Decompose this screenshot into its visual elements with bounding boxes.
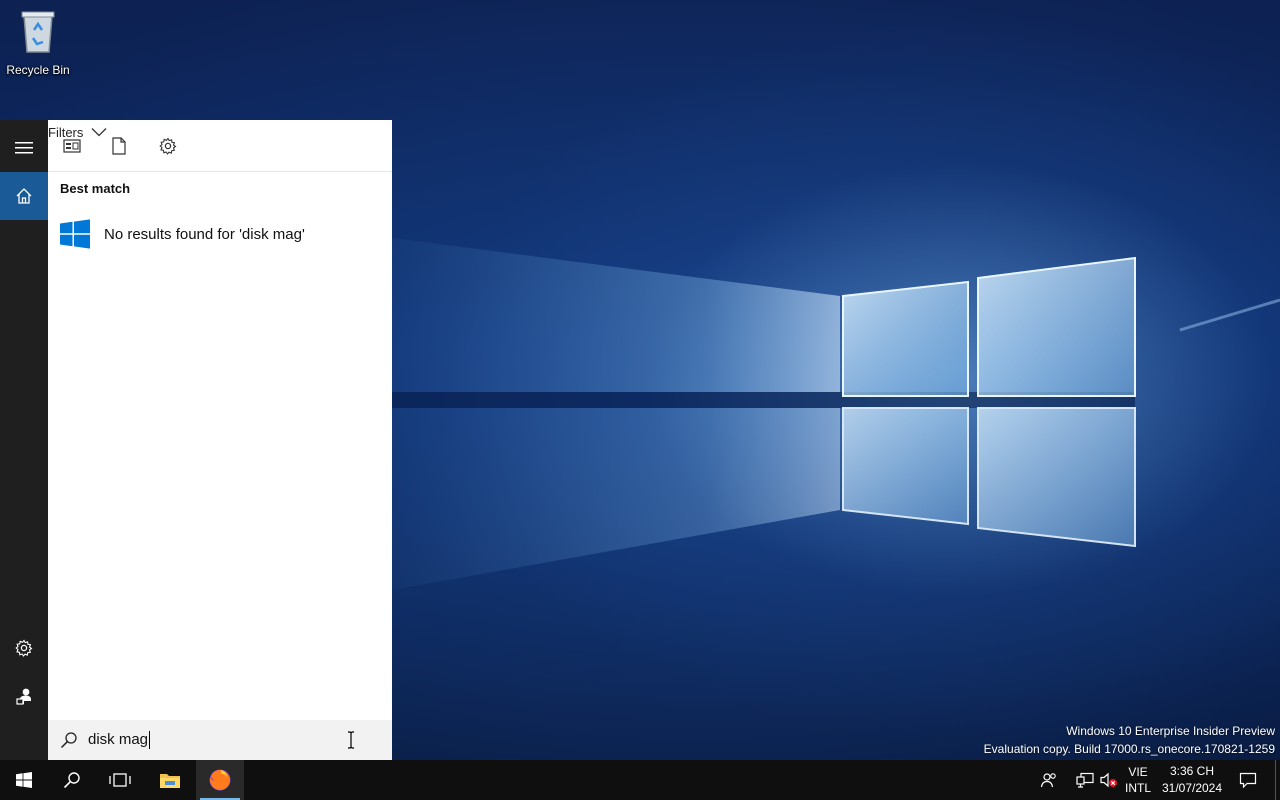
start-button[interactable] (0, 760, 48, 800)
watermark-build: Evaluation copy. Build 17000.rs_onecore.… (983, 742, 1275, 756)
search-icon (60, 732, 77, 749)
windows-logo-icon (60, 219, 90, 249)
apps-icon (63, 139, 81, 153)
search-query-text: disk mag (88, 731, 151, 749)
no-results-message: No results found for 'disk mag' (104, 225, 305, 243)
action-center-button[interactable] (1234, 760, 1262, 800)
recycle-bin-label: Recycle Bin (6, 63, 70, 77)
network-button[interactable] (1074, 760, 1096, 800)
search-toolbar: Filters (48, 120, 392, 172)
windows-logo-icon (16, 772, 32, 788)
language-code: VIE (1128, 765, 1148, 779)
task-view-icon (109, 773, 131, 787)
windows-watermark: Windows 10 Enterprise Insider Preview Ev… (984, 722, 1275, 758)
keyboard-layout: INTL (1124, 781, 1151, 795)
hamburger-menu-icon (15, 142, 33, 154)
taskbar-search-button[interactable] (48, 760, 96, 800)
text-cursor-icon (348, 731, 354, 749)
user-icon (16, 688, 31, 705)
firefox-icon (209, 769, 231, 791)
search-results-pane: Filters Best match No results found for … (48, 120, 392, 760)
clock-time: 3:36 CH (1169, 764, 1215, 778)
best-match-heading: Best match (60, 181, 131, 196)
expand-menu-button[interactable] (0, 124, 48, 172)
search-panel: Filters Best match No results found for … (0, 120, 392, 760)
gear-icon (15, 639, 33, 657)
taskbar: VIE INTL 3:36 CH 31/07/2024 (0, 760, 1280, 800)
volume-button[interactable] (1098, 760, 1120, 800)
file-explorer-button[interactable] (146, 760, 194, 800)
firefox-taskbar-button[interactable] (196, 760, 244, 800)
recycle-bin-icon (21, 11, 55, 53)
people-button[interactable] (1036, 760, 1062, 800)
clock-date: 31/07/2024 (1161, 781, 1223, 795)
home-button[interactable] (0, 172, 48, 220)
clock-button[interactable]: 3:36 CH 31/07/2024 (1158, 760, 1226, 800)
task-view-button[interactable] (96, 760, 144, 800)
show-desktop-button[interactable] (1275, 760, 1280, 800)
user-button[interactable] (0, 672, 48, 720)
recycle-bin-shortcut[interactable]: Recycle Bin (4, 6, 72, 77)
notification-icon (1239, 772, 1257, 788)
search-result-item[interactable]: No results found for 'disk mag' (48, 210, 392, 258)
start-left-rail (0, 120, 48, 760)
volume-muted-icon (1100, 772, 1117, 788)
search-input[interactable]: disk mag (48, 720, 392, 760)
document-icon (112, 137, 126, 155)
documents-filter-button[interactable] (105, 132, 133, 160)
settings-filter-button[interactable] (154, 132, 182, 160)
search-icon (63, 772, 80, 789)
file-explorer-icon (160, 774, 180, 788)
home-icon (16, 188, 32, 204)
settings-button[interactable] (0, 624, 48, 672)
people-icon (1040, 773, 1056, 788)
gear-icon (159, 137, 177, 155)
watermark-edition: Windows 10 Enterprise Insider Preview (1066, 724, 1275, 738)
apps-filter-button[interactable] (58, 132, 86, 160)
network-icon (1076, 772, 1094, 788)
filters-dropdown[interactable]: Filters (48, 120, 392, 144)
input-language-button[interactable]: VIE INTL (1124, 760, 1152, 800)
